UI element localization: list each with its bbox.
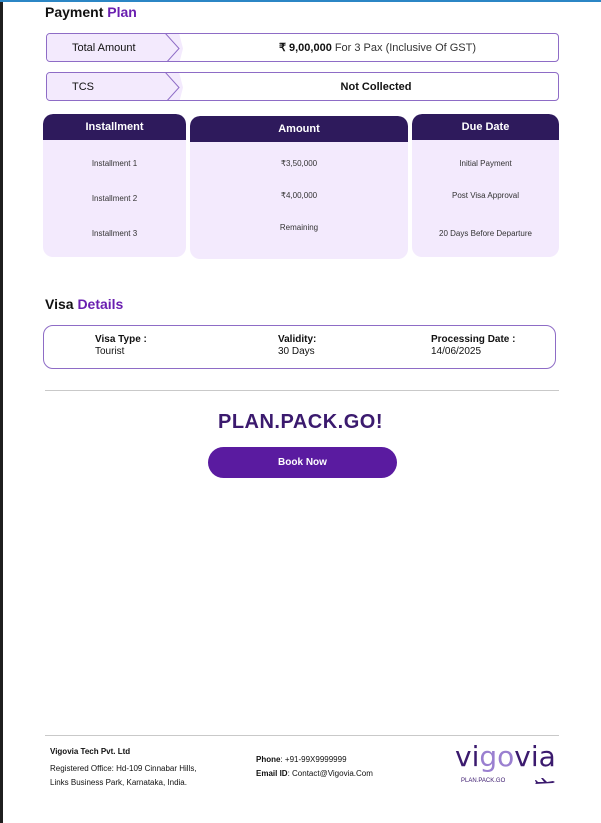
due-date-cell: Initial Payment	[459, 159, 512, 168]
amount-cell: Remaining	[279, 223, 319, 232]
installment-cell: Installment 3	[91, 229, 138, 238]
email-line: Email ID: Contact@Vigovia.Com	[256, 767, 373, 781]
page-top-edge	[0, 0, 601, 2]
total-amount-value-cell: ₹ 9,00,000 For 3 Pax (Inclusive Of GST)	[197, 34, 558, 61]
footer-divider	[45, 735, 559, 736]
due-date-column-header: Due Date	[412, 114, 559, 140]
address-line-2: Links Business Park, Karnataka, India.	[50, 778, 187, 787]
visa-validity-label: Validity:	[278, 334, 317, 345]
logo-part: vi	[455, 740, 480, 773]
visa-processing-label: Processing Date :	[431, 334, 516, 345]
payment-plan-title-main: Payment	[45, 4, 104, 20]
amount-column: Amount ₹3,50,000 ₹4,00,000 Remaining	[190, 116, 408, 259]
visa-details-title: Visa Details	[45, 296, 123, 312]
visa-validity-value: 30 Days	[278, 346, 315, 357]
payment-plan-title-accent: Plan	[107, 4, 137, 20]
visa-type-label: Visa Type :	[95, 334, 147, 345]
installment-column-header: Installment	[43, 114, 186, 140]
logo-subtitle: PLAN.PACK.GO	[461, 778, 506, 784]
email-label: Email ID	[256, 769, 288, 778]
amount-cell: ₹4,00,000	[280, 191, 318, 200]
email-value[interactable]: : Contact@Vigovia.Com	[288, 769, 373, 778]
visa-title-main: Visa	[45, 296, 74, 312]
visa-details-box: Visa Type : Tourist Validity: 30 Days Pr…	[43, 325, 556, 369]
visa-type-field: Visa Type : Tourist	[95, 334, 147, 357]
section-divider	[45, 390, 559, 391]
installment-cell: Installment 1	[91, 159, 138, 168]
logo-part: via	[514, 740, 556, 773]
payment-plan-title: Payment Plan	[45, 4, 137, 20]
tcs-label: TCS	[47, 73, 179, 100]
vigovia-logo: vigovia PLAN.PACK.GO	[455, 742, 559, 790]
due-date-column: Due Date Initial Payment Post Visa Appro…	[412, 114, 559, 257]
visa-processing-value: 14/06/2025	[431, 346, 482, 357]
address-line-1: Registered Office: Hd-109 Cinnabar Hills…	[50, 764, 197, 773]
tcs-row: TCS Not Collected	[46, 72, 559, 101]
due-date-cell: 20 Days Before Departure	[439, 229, 532, 238]
phone-value: : +91-99X9999999	[280, 755, 347, 764]
visa-validity-field: Validity: 30 Days	[278, 334, 316, 357]
visa-type-value: Tourist	[95, 346, 125, 357]
visa-title-accent: Details	[77, 296, 124, 312]
total-amount-note: For 3 Pax (Inclusive Of GST)	[334, 41, 477, 54]
plane-icon	[535, 775, 555, 793]
total-amount-label: Total Amount	[47, 34, 179, 61]
total-amount-value: ₹ 9,00,000	[278, 42, 332, 54]
phone-line: Phone: +91-99X9999999	[256, 753, 373, 767]
phone-label: Phone	[256, 755, 281, 764]
visa-processing-field: Processing Date : 14/06/2025	[431, 334, 515, 357]
footer-company-info: Vigovia Tech Pvt. Ltd Registered Office:…	[50, 745, 197, 790]
installment-cell: Installment 2	[91, 194, 138, 203]
total-amount-row: Total Amount ₹ 9,00,000 For 3 Pax (Inclu…	[46, 33, 559, 62]
tcs-value: Not Collected	[340, 80, 412, 93]
book-now-button[interactable]: Book Now	[208, 447, 397, 478]
installment-column: Installment Installment 1 Installment 2 …	[43, 114, 186, 257]
amount-column-header: Amount	[190, 116, 408, 142]
tcs-value-cell: Not Collected	[197, 73, 558, 100]
footer-contact: Phone: +91-99X9999999 Email ID: Contact@…	[256, 753, 373, 781]
logo-part-go: go	[479, 740, 515, 773]
due-date-cell: Post Visa Approval	[451, 191, 519, 200]
tagline: PLAN.PACK.GO!	[217, 411, 383, 433]
amount-cell: ₹3,50,000	[280, 159, 318, 168]
company-name: Vigovia Tech Pvt. Ltd	[50, 747, 131, 756]
logo-wordmark: vigovia	[455, 742, 559, 772]
